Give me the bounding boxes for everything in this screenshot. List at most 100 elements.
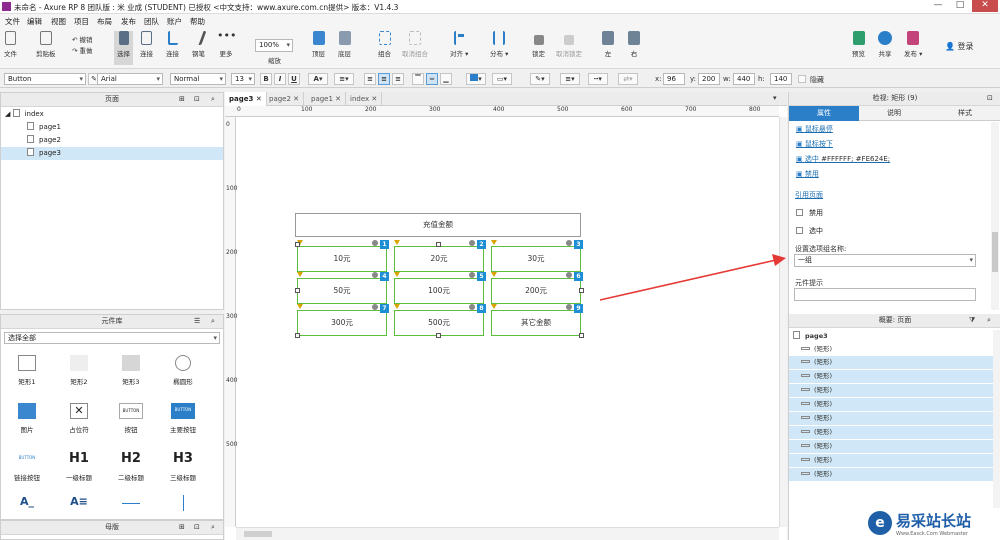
close-tab-icon[interactable]: ✕ [371,95,377,103]
y-input[interactable]: 200 [698,73,720,85]
corner-radius-handle[interactable] [469,272,475,278]
horizontal-scrollbar[interactable] [236,527,779,540]
publish-button[interactable]: 发布 ▾ [904,31,922,58]
scroll-thumb[interactable] [992,232,998,272]
option-box[interactable]: 10元 [297,246,387,272]
preview-button[interactable]: 预览 [852,31,865,58]
outline-item-row[interactable]: (矩形) [789,343,995,356]
outline-item-row[interactable]: (矩形) [789,356,995,369]
valign-top-button[interactable]: ▔ [412,73,424,85]
outline-item-row[interactable]: (矩形) [789,440,995,453]
align-left-button[interactable]: ≡ [364,73,376,85]
group-name-select[interactable]: 一组 [794,254,976,267]
master-search-icon[interactable]: ⌕ [211,523,215,532]
tree-item-index[interactable]: ◢ index [1,108,223,121]
selected-style-link[interactable]: ▣ 选中 #FFFFFF; #FE624E; [796,154,890,164]
menu-file[interactable]: 文件 [5,16,20,27]
select-button[interactable]: 选择 [114,31,133,65]
undo-button[interactable]: ↶ 撤销 [72,34,93,44]
tree-item-page1[interactable]: page1 [1,121,223,134]
ungroup-button[interactable]: 取消组合 [402,31,428,58]
outline-page-row[interactable]: page3 [789,330,995,343]
menu-layout[interactable]: 布局 [97,16,112,27]
font-select[interactable]: Arial [97,73,163,85]
lock-button[interactable]: 锁定 [532,31,545,58]
tooltip-input[interactable] [794,288,976,301]
font-weight-select[interactable]: Normal [170,73,226,85]
corner-radius-handle[interactable] [469,304,475,310]
disabled-checkbox[interactable]: 禁用 [796,208,823,218]
menu-view[interactable]: 视图 [51,16,66,27]
outline-item-row[interactable]: (矩形) [789,426,995,439]
arrow-style-button[interactable]: ⇄▾ [618,73,638,85]
x-input[interactable]: 96 [663,73,685,85]
menu-account[interactable]: 账户 [167,16,182,27]
close-button[interactable]: ✕ [972,0,998,12]
w-input[interactable]: 440 [733,73,755,85]
lib-vline[interactable] [161,495,205,516]
italic-button[interactable]: I [274,73,286,85]
lib-primary-button[interactable]: BUTTON 主要按钮 [161,403,205,434]
outline-item-row[interactable]: (矩形) [789,468,995,481]
hide-checkbox[interactable] [798,75,806,83]
more-button[interactable]: ••• 更多 [217,30,236,58]
filter-icon[interactable]: ⧩ [969,316,975,325]
unlock-button[interactable]: 取消锁定 [556,31,582,58]
lib-placeholder[interactable]: ✕ 占位符 [57,403,101,434]
master-folder-icon[interactable]: ⊡ [194,523,200,531]
tree-item-page2[interactable]: page2 [1,134,223,147]
lib-h3[interactable]: H3 三级标题 [161,451,205,482]
corner-radius-handle[interactable] [566,272,572,278]
library-search-icon[interactable]: ⌕ [211,317,215,326]
lib-link-button[interactable]: BUTTON 链接按钮 [5,451,49,482]
resize-handle[interactable] [295,242,300,247]
valign-middle-button[interactable]: ═ [426,73,438,85]
tab-notes[interactable]: 说明 [859,106,929,121]
outline-item-row[interactable]: (矩形) [789,412,995,425]
menu-project[interactable]: 项目 [74,16,89,27]
login-button[interactable]: 👤 登录 [945,41,974,52]
add-master-icon[interactable]: ⊞ [179,523,185,531]
outline-item-row[interactable]: (矩形) [789,384,995,397]
resize-handle[interactable] [436,242,441,247]
tree-item-page3[interactable]: page3 [1,147,223,160]
scroll-thumb[interactable] [244,531,272,537]
disabled-style-link[interactable]: ▣ 禁用 [796,169,819,179]
corner-radius-handle[interactable] [566,240,572,246]
left-button[interactable]: 左 [602,31,614,58]
font-color-button[interactable]: A▾ [308,73,328,85]
distribute-button[interactable]: 分布 ▾ [490,31,508,58]
corner-radius-handle[interactable] [372,240,378,246]
lib-image[interactable]: 图片 [5,403,49,434]
list-button[interactable]: ≡▾ [334,73,354,85]
hover-style-link[interactable]: ▣ 鼠标悬停 [796,124,833,134]
recharge-title-box[interactable]: 充值金额 [295,213,581,237]
line-width-button[interactable]: ≡▾ [560,73,580,85]
close-tab-icon[interactable]: ✕ [256,95,262,103]
outline-item-row[interactable]: (矩形) [789,370,995,383]
tab-menu-icon[interactable]: ▾ [773,94,777,102]
corner-radius-handle[interactable] [469,240,475,246]
lib-hline[interactable] [109,495,153,509]
resize-handle[interactable] [579,333,584,338]
close-tab-icon[interactable]: ✕ [293,95,299,103]
style-select[interactable]: Button [4,73,86,85]
right-button[interactable]: 右 [628,31,640,58]
redo-button[interactable]: ↷ 重做 [72,45,93,55]
option-box[interactable]: 300元 [297,310,387,336]
add-folder-icon[interactable]: ⊡ [194,95,200,103]
file-button[interactable]: 文件 [4,31,17,58]
option-box[interactable]: 100元 [394,278,484,304]
outline-search-icon[interactable]: ⌕ [987,316,991,325]
menu-team[interactable]: 团队 [144,16,159,27]
menu-publish[interactable]: 发布 [121,16,136,27]
group-button[interactable]: 组合 [378,31,391,58]
mousedown-style-link[interactable]: ▣ 鼠标按下 [796,139,833,149]
bring-front-button[interactable]: 顶层 [312,31,325,58]
option-box[interactable]: 其它金额 [491,310,581,336]
inspector-collapse-icon[interactable]: ⊡ [987,94,993,102]
align-right-button[interactable]: ≡ [392,73,404,85]
connect-button[interactable]: 连接 [140,31,153,58]
lib-rect1[interactable]: 矩形1 [5,355,49,386]
valign-bottom-button[interactable]: ▁ [440,73,452,85]
